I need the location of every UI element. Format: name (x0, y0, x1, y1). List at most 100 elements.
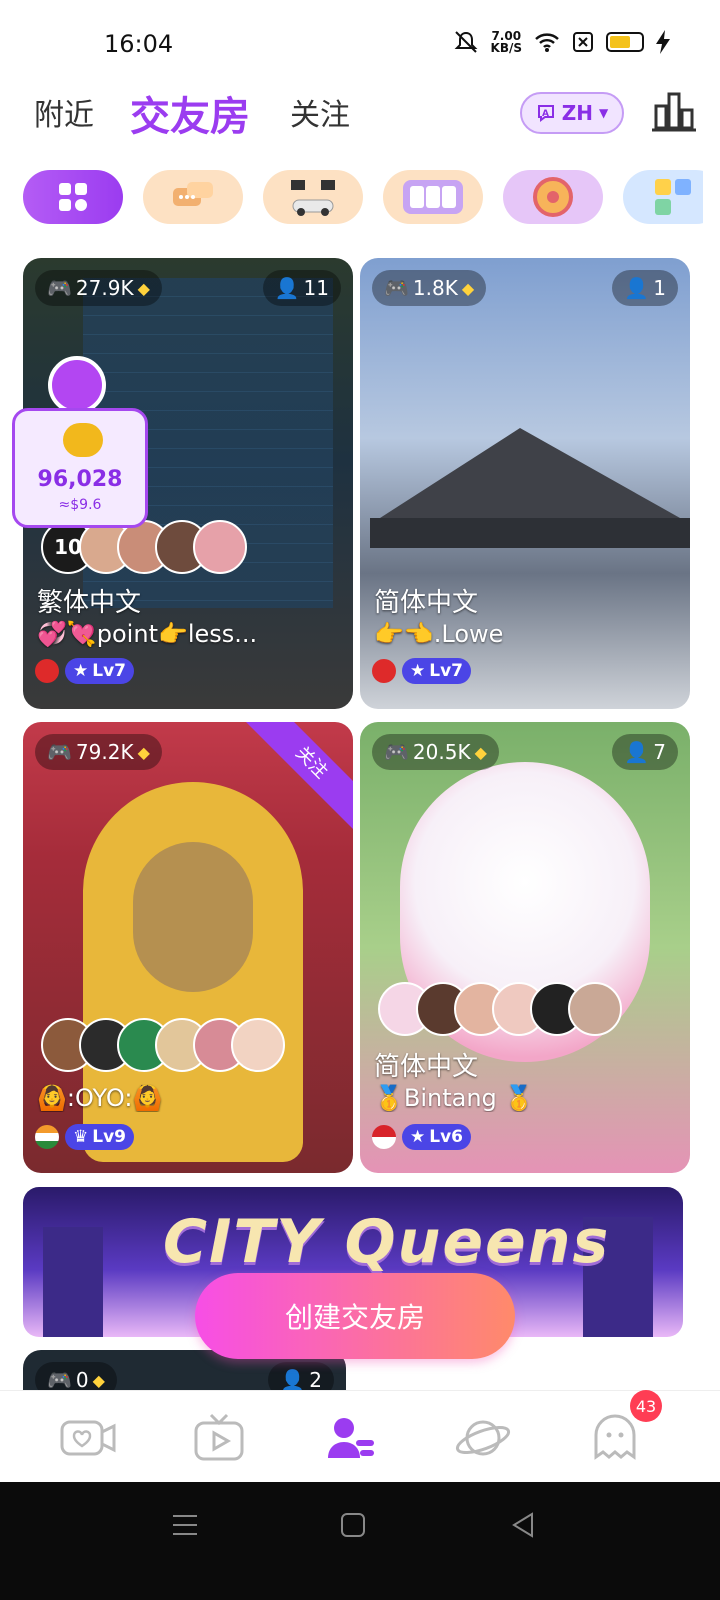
gamepad-icon: 🎮 (47, 1368, 72, 1390)
diamond-icon: ◆ (137, 742, 150, 762)
system-nav-bar (0, 1482, 720, 1600)
tab-video[interactable] (190, 1413, 248, 1463)
room-card[interactable]: 🎮 20.5K ◆ 👤 7 简体中文 🥇Bintang 🥇 ★ Lv6 (360, 722, 690, 1173)
gamepad-icon: 🎮 (384, 740, 409, 764)
category-bar (23, 170, 703, 226)
net-speed: 7.00 KB/S (491, 30, 522, 54)
avatar-stack (41, 1018, 285, 1072)
sim-disabled-icon (573, 32, 593, 52)
users-icon: 👤 (624, 740, 650, 764)
level-badge: ♛ Lv9 (65, 1124, 134, 1150)
video-heart-icon (60, 1420, 116, 1456)
owner-meta: ★ Lv7 (35, 658, 134, 684)
category-wheel[interactable] (503, 170, 603, 224)
racing-icon (291, 180, 335, 216)
users-icon: 👤 (274, 276, 300, 300)
translate-icon: A (537, 105, 554, 122)
gamepad-icon: 🎮 (47, 740, 72, 764)
wifi-icon (535, 33, 559, 52)
room-language: 简体中文 (374, 588, 479, 618)
category-all[interactable] (23, 170, 123, 224)
tab-friend-rooms-nav[interactable] (322, 1413, 380, 1463)
tab-explore[interactable] (454, 1413, 512, 1463)
level-badge: ★ Lv7 (402, 658, 471, 684)
members-badge: 👤 7 (612, 734, 678, 770)
star-icon: ★ (73, 661, 89, 681)
room-card[interactable]: 🎮 1.8K ◆ 👤 1 简体中文 👉👈.Lowe ★ Lv7 (360, 258, 690, 709)
bean-icon (63, 423, 103, 457)
room-name: 🥇Bintang 🥇 (374, 1084, 535, 1112)
svg-text:A: A (542, 109, 549, 119)
top-nav: 附近 交友房 关注 A ZH ▼ (0, 90, 720, 154)
room-card[interactable]: 关注 🎮 79.2K ◆ 🙆:OYO:🙆 ♛ Lv9 (23, 722, 353, 1173)
category-chat[interactable] (143, 170, 243, 224)
category-dice[interactable] (623, 170, 703, 224)
status-time: 16:04 (104, 30, 174, 58)
level-label: Lv7 (92, 661, 126, 681)
plays-badge: 🎮 79.2K ◆ (35, 734, 162, 770)
wheel-icon (533, 177, 573, 217)
diamond-icon: ◆ (474, 742, 487, 762)
menu-icon[interactable] (172, 1512, 198, 1538)
star-icon: ★ (410, 661, 426, 681)
bonus-usd: ≈$9.6 (58, 497, 102, 513)
pavilion-image (370, 428, 690, 548)
chat-icon (173, 182, 213, 206)
level-badge: ★ Lv7 (65, 658, 134, 684)
plays-count: 27.9K (75, 276, 134, 300)
tab-nearby[interactable]: 附近 (34, 90, 94, 134)
level-label: Lv6 (429, 1127, 463, 1147)
owner-meta: ★ Lv7 (372, 658, 471, 684)
members-badge: 👤 1 (612, 270, 678, 306)
plays-count: 0 (75, 1368, 89, 1390)
flag-icon (372, 659, 396, 683)
back-icon[interactable] (510, 1512, 536, 1538)
bonus-widget[interactable]: 96,028 ≈$9.6 (12, 408, 148, 528)
tv-play-icon (194, 1413, 244, 1461)
category-lottery[interactable] (383, 170, 483, 224)
room-name: 💞💘point👉less... (37, 620, 258, 648)
avatar (231, 1018, 285, 1072)
dice-icon (655, 179, 691, 215)
star-icon: ★ (410, 1127, 426, 1147)
avatar-stack (378, 982, 622, 1036)
room-name: 🙆:OYO:🙆 (37, 1084, 163, 1112)
plays-count: 79.2K (75, 740, 134, 764)
caret-down-icon: ▼ (599, 106, 609, 120)
planet-icon (455, 1420, 511, 1456)
avatar (193, 520, 247, 574)
avatar-stack: 10 (41, 520, 247, 574)
plays-badge: 🎮 27.9K ◆ (35, 270, 162, 306)
home-icon[interactable] (340, 1512, 366, 1538)
figure-face (133, 842, 253, 992)
plays-badge: 🎮 0 ◆ (35, 1362, 117, 1390)
room-language: 繁体中文 (37, 588, 142, 618)
level-badge: ★ Lv6 (402, 1124, 471, 1150)
diamond-icon: ◆ (461, 278, 475, 298)
leaderboard-icon[interactable] (652, 92, 696, 132)
city-building (43, 1227, 103, 1337)
bonus-value: 96,028 (37, 467, 123, 492)
level-label: Lv9 (92, 1127, 126, 1147)
language-selector[interactable]: A ZH ▼ (520, 92, 624, 134)
people-icon (328, 1418, 374, 1458)
banner-title: CITY Queens (163, 1207, 611, 1277)
members-count: 11 (303, 276, 329, 300)
level-label: Lv7 (429, 661, 463, 681)
tab-messages[interactable] (586, 1413, 644, 1463)
owner-meta: ★ Lv6 (372, 1124, 471, 1150)
tab-following[interactable]: 关注 (290, 90, 350, 134)
avatar (568, 982, 622, 1036)
room-name: 👉👈.Lowe (374, 620, 504, 648)
crown-icon: ♛ (73, 1127, 89, 1147)
create-room-button[interactable]: 创建交友房 (195, 1273, 515, 1359)
bonus-mascot-icon[interactable] (48, 356, 106, 414)
tab-live[interactable] (60, 1413, 118, 1463)
mute-bell-icon (454, 31, 477, 53)
members-count: 2 (309, 1368, 322, 1390)
net-speed-unit: KB/S (490, 41, 522, 55)
tab-friend-rooms[interactable]: 交友房 (130, 84, 250, 142)
category-racing[interactable] (263, 170, 363, 224)
ghost-chat-icon (594, 1414, 636, 1460)
plays-count: 20.5K (412, 740, 471, 764)
